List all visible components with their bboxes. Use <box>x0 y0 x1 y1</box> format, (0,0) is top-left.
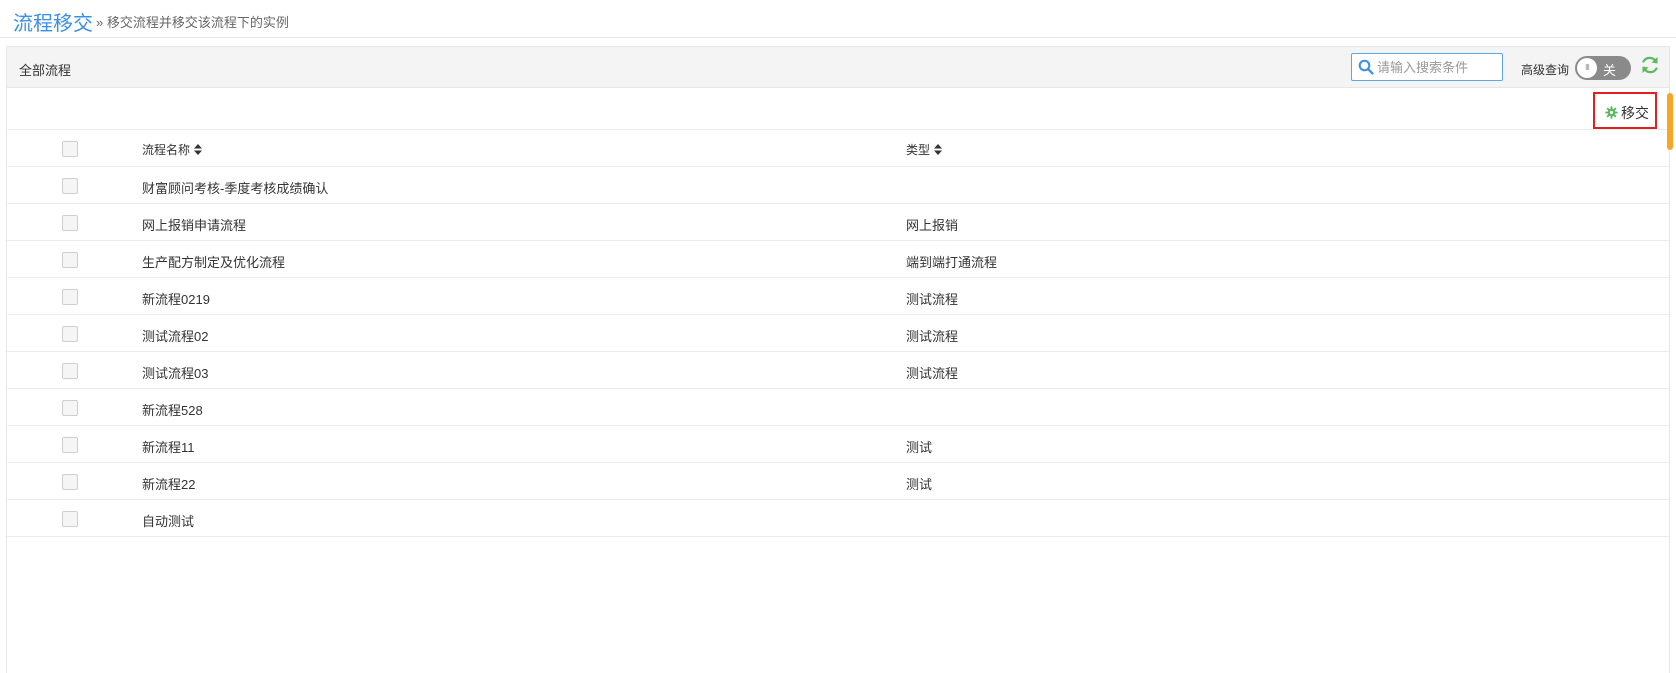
advanced-search-toggle[interactable]: III 关 <box>1575 56 1631 80</box>
toolbar: 移交 <box>7 89 1669 130</box>
row-checkbox[interactable] <box>62 363 78 379</box>
process-name: 新流程528 <box>142 403 203 418</box>
search-input[interactable] <box>1377 56 1501 78</box>
row-checkbox[interactable] <box>62 437 78 453</box>
process-name: 新流程22 <box>142 477 196 492</box>
column-header-type-label: 类型 <box>906 143 931 157</box>
table-header-row: 流程名称 类型 <box>7 130 1669 167</box>
toggle-knob-icon: III <box>1577 58 1597 78</box>
process-type: 测试 <box>906 440 933 455</box>
process-panel: 全部流程 高级查询 III 关 <box>6 46 1670 673</box>
table-row[interactable]: 新流程0219 测试流程 <box>7 278 1669 315</box>
table-row[interactable]: 财富顾问考核-季度考核成绩确认 <box>7 167 1669 204</box>
table-row[interactable]: 自动测试 <box>7 500 1669 537</box>
page-header: 流程移交 » 移交流程并移交该流程下的实例 <box>0 0 1676 38</box>
process-name: 新流程11 <box>142 440 195 455</box>
refresh-icon[interactable] <box>1639 54 1661 76</box>
table-row[interactable]: 新流程22 测试 <box>7 463 1669 500</box>
process-name: 生产配方制定及优化流程 <box>142 255 286 270</box>
process-type: 测试流程 <box>906 292 959 307</box>
toggle-state-text: 关 <box>1603 63 1617 78</box>
process-name: 新流程0219 <box>142 292 210 307</box>
row-checkbox[interactable] <box>62 511 78 527</box>
row-checkbox[interactable] <box>62 178 78 194</box>
row-checkbox[interactable] <box>62 252 78 268</box>
page-subtitle: » 移交流程并移交该流程下的实例 <box>96 15 289 30</box>
column-header-name[interactable]: 流程名称 <box>142 141 203 158</box>
table-row[interactable]: 测试流程03 测试流程 <box>7 352 1669 389</box>
row-checkbox[interactable] <box>62 474 78 490</box>
table-row[interactable]: 网上报销申请流程 网上报销 <box>7 204 1669 241</box>
sort-icon <box>934 144 943 155</box>
process-name: 测试流程02 <box>142 329 209 344</box>
column-header-type[interactable]: 类型 <box>906 141 943 158</box>
transfer-button[interactable]: 移交 <box>1605 103 1649 123</box>
process-type: 测试流程 <box>906 366 959 381</box>
process-type: 网上报销 <box>906 218 959 233</box>
process-type: 测试 <box>906 477 933 492</box>
row-checkbox[interactable] <box>62 326 78 342</box>
panel-title: 全部流程 <box>19 63 72 78</box>
transfer-highlight: 移交 <box>1593 92 1657 129</box>
advanced-search-label: 高级查询 <box>1521 63 1570 77</box>
search-icon <box>1358 59 1374 75</box>
scrollbar-thumb[interactable] <box>1667 93 1673 150</box>
row-checkbox[interactable] <box>62 289 78 305</box>
process-type: 端到端打通流程 <box>906 255 998 270</box>
row-checkbox[interactable] <box>62 215 78 231</box>
panel-header: 全部流程 高级查询 III 关 <box>7 47 1669 88</box>
table-row[interactable]: 新流程11 测试 <box>7 426 1669 463</box>
select-all-checkbox[interactable] <box>62 141 78 157</box>
search-box[interactable] <box>1351 53 1503 81</box>
row-checkbox[interactable] <box>62 400 78 416</box>
process-table: 流程名称 类型 财富顾问考核-季度考核成绩确认 网上报销申请流程 网上报销 生产… <box>7 130 1669 537</box>
process-name: 网上报销申请流程 <box>142 218 247 233</box>
transfer-label: 移交 <box>1621 105 1649 121</box>
table-row[interactable]: 测试流程02 测试流程 <box>7 315 1669 352</box>
page-title: 流程移交 <box>13 13 93 35</box>
column-header-name-label: 流程名称 <box>142 143 191 157</box>
table-row[interactable]: 新流程528 <box>7 389 1669 426</box>
sort-icon <box>194 144 203 155</box>
process-name: 自动测试 <box>142 514 195 529</box>
table-row[interactable]: 生产配方制定及优化流程 端到端打通流程 <box>7 241 1669 278</box>
gear-icon <box>1605 106 1618 119</box>
process-name: 测试流程03 <box>142 366 209 381</box>
process-name: 财富顾问考核-季度考核成绩确认 <box>142 181 329 196</box>
process-type: 测试流程 <box>906 329 959 344</box>
